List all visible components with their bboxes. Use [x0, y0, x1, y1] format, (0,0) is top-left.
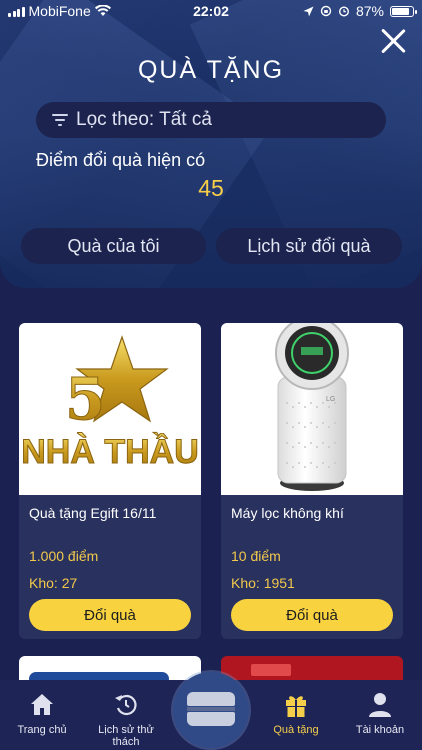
contractor-logo: 5 NHÀ THẦU	[21, 335, 199, 472]
status-right: 87%	[303, 3, 417, 19]
redeem-button[interactable]: Đổi quà	[231, 599, 393, 631]
battery-level	[392, 7, 409, 15]
home-icon	[31, 694, 53, 715]
page-title: QUÀ TẶNG	[137, 56, 285, 84]
close-button[interactable]	[380, 28, 406, 54]
filter-icon	[52, 113, 70, 127]
my-gifts-button[interactable]: Quà của tôi	[21, 228, 206, 264]
alarm-icon	[338, 6, 349, 17]
points-label: Điểm đổi quà hiện có	[36, 150, 206, 170]
scan-icon	[187, 692, 235, 728]
gift-title: Máy lọc không khí	[231, 505, 344, 521]
redeem-button[interactable]: Đổi quà	[29, 599, 191, 631]
gift-card[interactable]: LG Máy lọc không khí 10 điểm Kho: 1951 Đ…	[221, 323, 403, 639]
user-icon	[369, 693, 391, 717]
filter-dropdown[interactable]: Lọc theo: Tất cả	[36, 102, 386, 138]
nav-label: Quà tặng	[273, 724, 319, 736]
gift-stock: Kho: 1951	[231, 575, 295, 591]
filter-label: Lọc theo: Tất cả	[76, 109, 212, 130]
gift-title: Quà tặng Egift 16/11	[29, 505, 157, 521]
status-bar: MobiFone 22:02 87%	[0, 0, 422, 22]
nav-label: Tài khoản	[355, 724, 405, 736]
center-action-button[interactable]	[173, 672, 249, 748]
gift-image: 5 NHÀ THẦU	[19, 323, 201, 495]
nav-gifts[interactable]: Quà tặng	[254, 680, 338, 750]
nav-account[interactable]: Tài khoản	[338, 680, 422, 750]
gift-card[interactable]: 5 NHÀ THẦU Quà tặng Egift 16/11 1.000 đi…	[19, 323, 201, 639]
nav-home[interactable]: Trang chủ	[0, 680, 84, 750]
svg-text:LG: LG	[326, 396, 335, 403]
header-panel: MobiFone 22:02 87% QUÀ TẶNG Lọc theo: Tấ…	[0, 0, 422, 288]
orientation-lock-icon	[320, 5, 332, 17]
nav-label: Trang chủ	[17, 724, 67, 736]
svg-text:NHÀ THẦU: NHÀ THẦU	[21, 433, 199, 471]
gift-icon	[286, 696, 306, 717]
gift-points: 10 điểm	[231, 548, 281, 564]
nav-label: Lịch sử thử thách	[98, 724, 154, 748]
location-icon	[303, 6, 314, 16]
gift-stock: Kho: 27	[29, 575, 78, 591]
history-icon	[115, 694, 137, 716]
gift-image	[251, 664, 291, 676]
nav-challenge-history[interactable]: Lịch sử thử thách	[84, 680, 168, 750]
air-purifier-image: LG	[275, 323, 349, 491]
gift-image: LG	[221, 323, 403, 495]
points-value: 45	[198, 175, 224, 201]
svg-text:5: 5	[65, 365, 105, 433]
battery-percent: 87%	[355, 3, 384, 19]
battery-icon	[390, 5, 417, 17]
gift-points: 1.000 điểm	[29, 548, 99, 564]
redeem-history-button[interactable]: Lịch sử đổi quà	[216, 228, 402, 264]
